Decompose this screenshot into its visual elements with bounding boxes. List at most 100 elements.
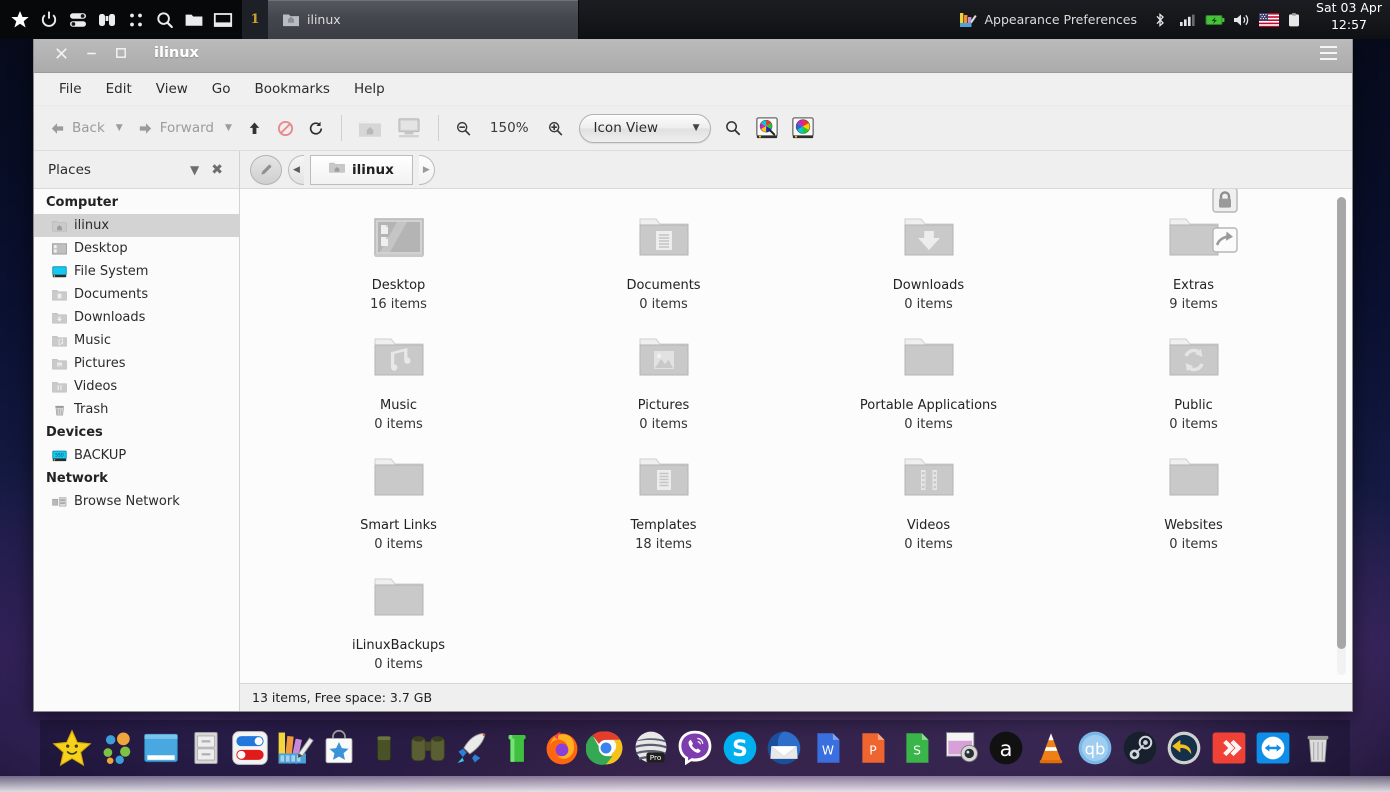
sidebar-item-pictures[interactable]: Pictures <box>34 352 239 375</box>
scrollbar-thumb[interactable] <box>1337 197 1346 649</box>
up-button[interactable] <box>239 111 270 145</box>
zoom-out-button[interactable] <box>448 111 479 145</box>
task-button-ilinux[interactable]: ilinux <box>268 0 579 39</box>
terminal-launcher[interactable] <box>361 725 405 771</box>
file-item-videos[interactable]: Videos 0 items <box>796 443 1061 563</box>
apps-grid-icon[interactable] <box>126 10 146 30</box>
menu-go[interactable]: Go <box>201 76 242 102</box>
search-launcher[interactable] <box>406 725 450 771</box>
reload-button[interactable] <box>301 111 332 145</box>
amazon-launcher[interactable]: a <box>984 725 1028 771</box>
teamviewer-launcher[interactable] <box>1251 725 1295 771</box>
hamburger-menu-icon[interactable] <box>1314 41 1342 65</box>
screenshot-launcher[interactable] <box>940 725 984 771</box>
file-item-extras[interactable]: Extras 9 items <box>1061 189 1326 323</box>
sidebar-item-backup[interactable]: SSD BACKUP <box>34 444 239 467</box>
close-button[interactable] <box>46 40 76 66</box>
sidebar-item-videos[interactable]: Videos <box>34 375 239 398</box>
sidebar-item-downloads[interactable]: Downloads <box>34 306 239 329</box>
keyboard-flag-icon[interactable] <box>1259 12 1280 28</box>
trash-launcher[interactable] <box>1296 725 1340 771</box>
volume-icon[interactable] <box>1232 12 1250 28</box>
file-item-public[interactable]: Public 0 items <box>1061 323 1326 443</box>
places-dropdown-icon[interactable]: ▼ <box>184 163 205 177</box>
app-finder-launcher[interactable] <box>94 725 138 771</box>
sidebar-item-file-system[interactable]: File System <box>34 260 239 283</box>
viber-launcher[interactable] <box>673 725 717 771</box>
zoom-in-button[interactable] <box>540 111 571 145</box>
calc-launcher[interactable]: S <box>895 725 939 771</box>
task-button-appearance[interactable]: Appearance Preferences <box>945 0 1151 39</box>
menu-star-icon[interactable] <box>10 10 30 30</box>
file-cabinet-launcher[interactable] <box>183 725 227 771</box>
vertical-scrollbar[interactable] <box>1337 197 1346 675</box>
clipboard-icon[interactable] <box>1286 12 1304 28</box>
maximize-button[interactable] <box>106 40 136 66</box>
window-manager-launcher[interactable] <box>139 725 183 771</box>
file-item-pictures[interactable]: Pictures 0 items <box>531 323 796 443</box>
menu-bookmarks[interactable]: Bookmarks <box>244 76 341 102</box>
menu-help[interactable]: Help <box>343 76 396 102</box>
impress-launcher[interactable]: P <box>851 725 895 771</box>
edit-path-button[interactable] <box>250 154 282 185</box>
menu-edit[interactable]: Edit <box>95 76 143 102</box>
path-prev-button[interactable]: ◀ <box>288 154 304 185</box>
signal-icon[interactable] <box>1178 12 1196 28</box>
home-button[interactable] <box>351 111 389 145</box>
search-icon[interactable] <box>155 10 175 30</box>
search-button[interactable] <box>717 111 749 145</box>
steam-launcher[interactable] <box>1118 725 1162 771</box>
color-wheel-button[interactable] <box>785 111 821 145</box>
back-button[interactable]: Back ▼ <box>42 111 130 145</box>
show-desktop-icon[interactable] <box>213 10 233 30</box>
chrome-launcher[interactable] <box>584 725 628 771</box>
file-item-ilinuxbackups[interactable]: iLinuxBackups 0 items <box>266 563 531 683</box>
file-item-desktop[interactable]: Desktop 16 items <box>266 203 531 323</box>
software-center-launcher[interactable] <box>317 725 361 771</box>
sidebar-item-music[interactable]: Music <box>34 329 239 352</box>
appearance-launcher[interactable] <box>272 725 316 771</box>
file-item-music[interactable]: Music 0 items <box>266 323 531 443</box>
menu-view[interactable]: View <box>145 76 199 102</box>
file-item-websites[interactable]: Websites 0 items <box>1061 443 1326 563</box>
icon-view[interactable]: Desktop 16 items Documents 0 items Downl… <box>240 189 1352 683</box>
file-item-smart-links[interactable]: Smart Links 0 items <box>266 443 531 563</box>
file-item-templates[interactable]: Templates 18 items <box>531 443 796 563</box>
thunderbird-launcher[interactable] <box>762 725 806 771</box>
binoculars-icon[interactable] <box>97 10 117 30</box>
firefox-launcher[interactable] <box>539 725 583 771</box>
rocket-launcher[interactable] <box>450 725 494 771</box>
pipe-launcher[interactable] <box>495 725 539 771</box>
forward-dropdown-icon[interactable]: ▼ <box>220 123 232 133</box>
computer-button[interactable] <box>389 111 429 145</box>
clock[interactable]: Sat 03 Apr 12:57 <box>1312 0 1390 39</box>
sidebar-item-ilinux[interactable]: ilinux <box>34 214 239 237</box>
places-close-icon[interactable]: ✖ <box>205 162 229 178</box>
opera-launcher[interactable]: Pro <box>628 725 672 771</box>
sidebar-item-documents[interactable]: Documents <box>34 283 239 306</box>
file-item-portable-applications[interactable]: Portable Applications 0 items <box>796 323 1061 443</box>
menu-file[interactable]: File <box>48 76 93 102</box>
backup-restore-launcher[interactable] <box>1162 725 1206 771</box>
color-picker-magnifier-button[interactable] <box>749 111 785 145</box>
sidebar-item-desktop[interactable]: Desktop <box>34 237 239 260</box>
stop-button[interactable] <box>270 111 301 145</box>
sidebar-item-trash[interactable]: Trash <box>34 398 239 421</box>
workspace-indicator[interactable]: 1 <box>242 0 268 39</box>
file-item-documents[interactable]: Documents 0 items <box>531 203 796 323</box>
battery-icon[interactable] <box>1205 12 1225 28</box>
view-mode-select[interactable]: Icon View ▼ <box>578 113 711 143</box>
power-icon[interactable] <box>39 10 59 30</box>
file-item-downloads[interactable]: Downloads 0 items <box>796 203 1061 323</box>
qbittorrent-launcher[interactable]: qb <box>1073 725 1117 771</box>
writer-launcher[interactable]: W <box>806 725 850 771</box>
settings-launcher[interactable] <box>228 725 272 771</box>
settings-toggle-icon[interactable] <box>68 10 88 30</box>
breadcrumb-ilinux[interactable]: ilinux <box>310 154 413 185</box>
sidebar-item-browse-network[interactable]: Browse Network <box>34 490 239 513</box>
back-dropdown-icon[interactable]: ▼ <box>111 123 123 133</box>
skype-launcher[interactable]: S <box>717 725 761 771</box>
bluetooth-icon[interactable] <box>1151 12 1169 28</box>
vlc-launcher[interactable] <box>1029 725 1073 771</box>
anydesk-launcher[interactable] <box>1207 725 1251 771</box>
